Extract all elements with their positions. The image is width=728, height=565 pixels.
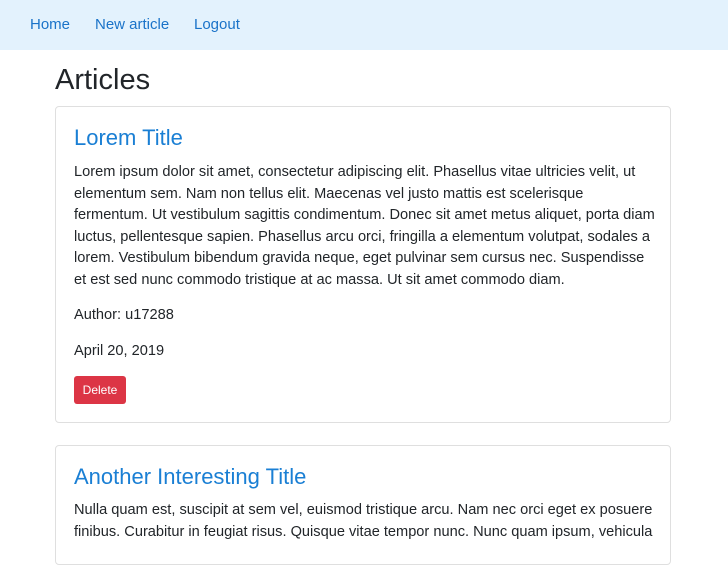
delete-button[interactable]: Delete [74,376,126,404]
article-title-link[interactable]: Lorem Title [74,125,183,151]
article-author: Author: u17288 [74,307,174,323]
article-title-link[interactable]: Another Interesting Title [74,464,306,490]
nav-home-link[interactable]: Home [30,16,70,34]
nav-new-article-link[interactable]: New article [95,16,169,34]
article-date: April 20, 2019 [74,343,165,359]
article-card: Another Interesting Title Nulla quam est… [55,445,671,565]
nav-logout-link[interactable]: Logout [194,16,240,34]
page-title: Articles [55,64,151,96]
article-body: Lorem ipsum dolor sit amet, consectetur … [74,164,655,288]
article-body: Nulla quam est, suscipit at sem vel, eui… [74,502,653,540]
top-navbar: Home New article Logout [0,0,728,50]
article-card: Lorem Title Lorem ipsum dolor sit amet, … [55,106,671,423]
